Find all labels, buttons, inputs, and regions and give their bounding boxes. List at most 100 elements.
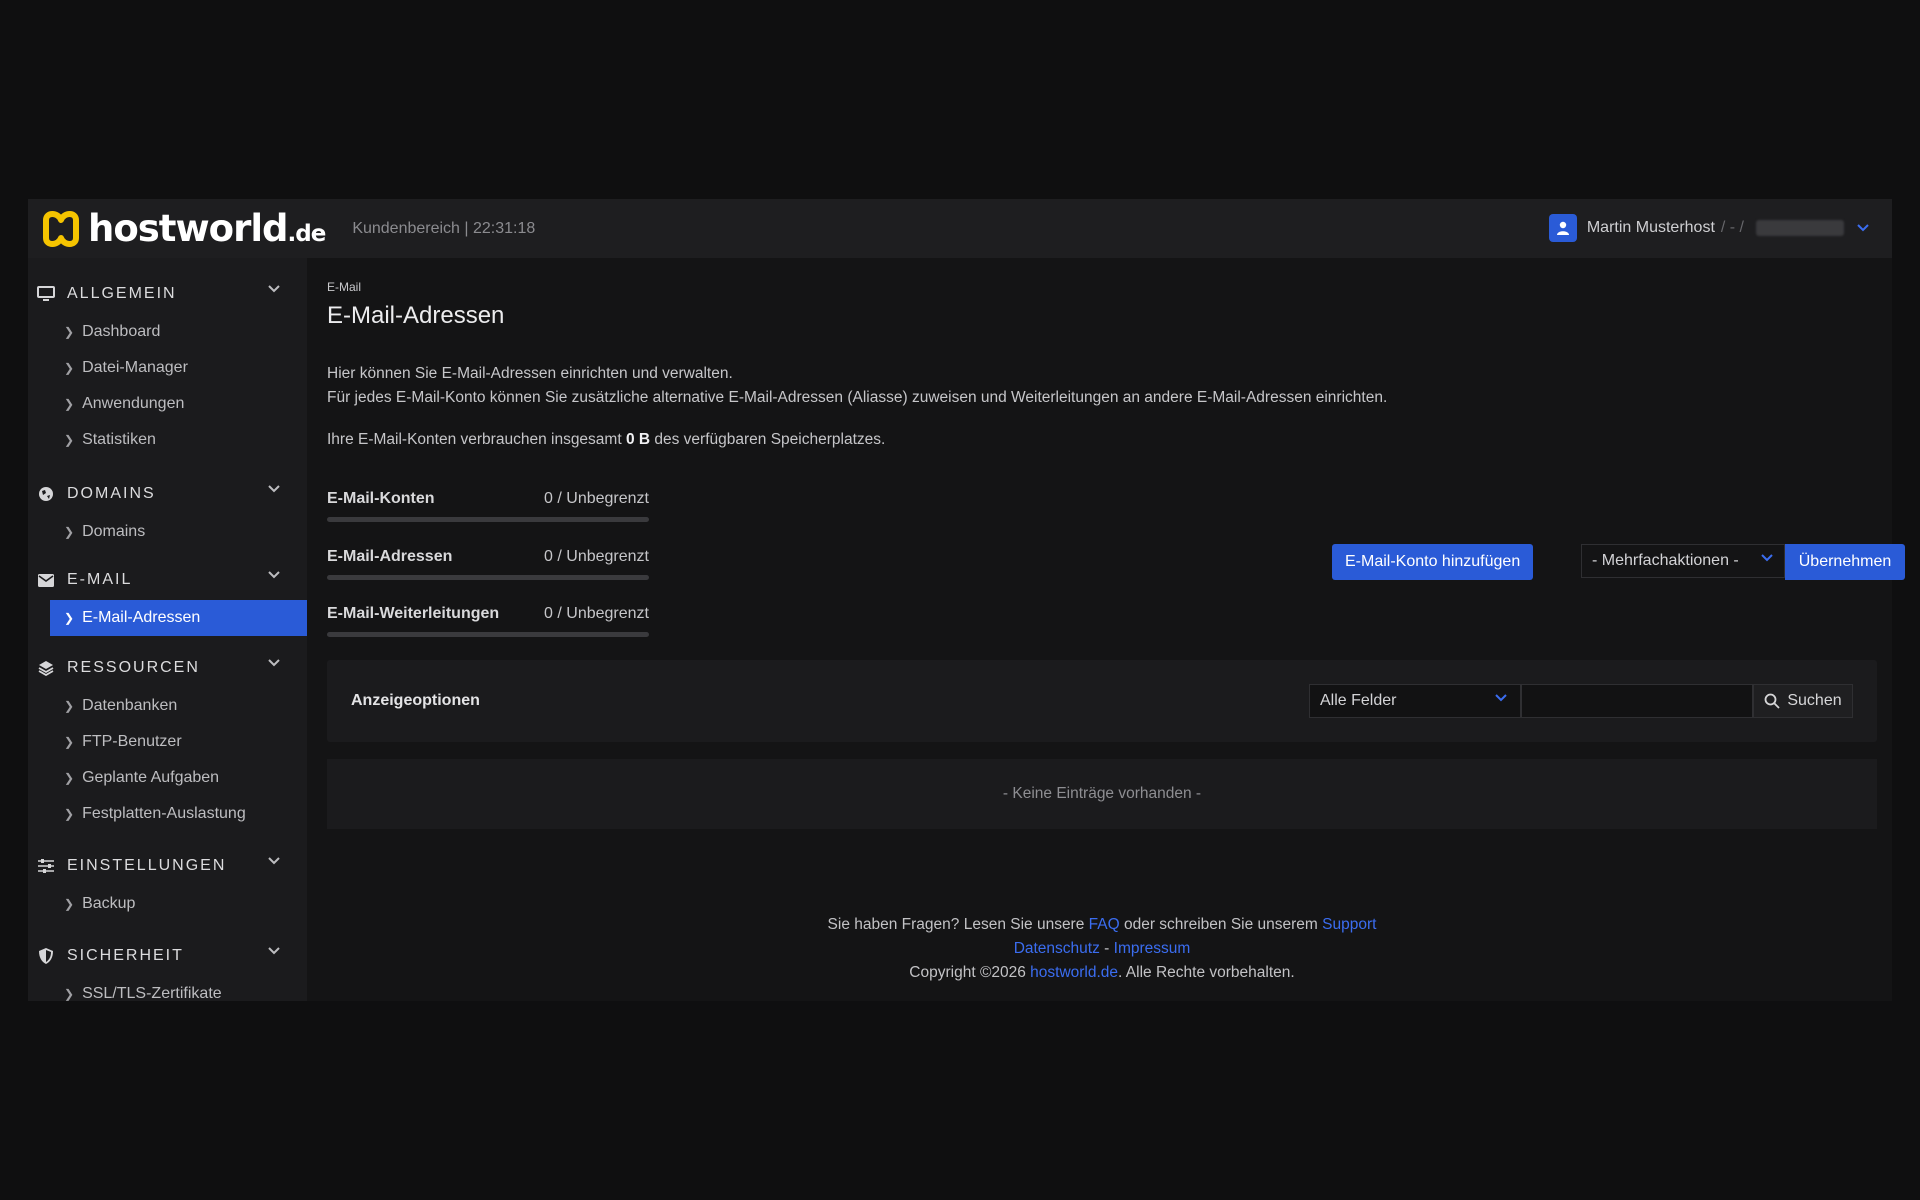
sidebar-item-label: Domains xyxy=(82,523,146,540)
chevron-down-icon xyxy=(1495,694,1507,702)
sidebar-section-header[interactable]: RESSOURCEN xyxy=(28,648,307,688)
sidebar-item-backup[interactable]: ❯ Backup xyxy=(28,886,307,922)
sidebar-section-title: ALLGEMEIN xyxy=(67,285,177,302)
footer-text: . Alle Rechte vorbehalten. xyxy=(1118,964,1295,981)
apply-button[interactable]: Übernehmen xyxy=(1785,544,1905,580)
user-menu[interactable]: Martin Musterhost / - / xyxy=(1548,213,1870,243)
chevron-right-icon: ❯ xyxy=(64,735,75,749)
chevron-down-icon xyxy=(1761,554,1773,562)
display-options-panel: Anzeigeoptionen Alle Felder Suchen xyxy=(327,660,1877,742)
logo[interactable]: hostworld.de xyxy=(40,207,327,250)
footer-copyright: Copyright ©2026 hostworld.de. Alle Recht… xyxy=(327,961,1877,985)
blurred-account-id xyxy=(1756,220,1844,236)
bulk-actions-select[interactable]: - Mehrfachaktionen - xyxy=(1581,544,1785,578)
display-options-title: Anzeigeoptionen xyxy=(351,692,480,709)
footer-separator: - xyxy=(1099,940,1114,957)
sidebar-item-ftp-benutzer[interactable]: ❯ FTP-Benutzer xyxy=(28,724,307,760)
intro-line-1: Hier können Sie E-Mail-Adressen einricht… xyxy=(327,365,733,382)
sidebar-section-header[interactable]: EINSTELLUNGEN xyxy=(28,846,307,886)
chevron-down-icon[interactable] xyxy=(267,284,281,294)
faq-link[interactable]: FAQ xyxy=(1089,916,1120,933)
meter-label: E-Mail-Adressen xyxy=(327,548,453,565)
intro-text: Hier können Sie E-Mail-Adressen einricht… xyxy=(327,362,1387,410)
sidebar-item-anwendungen[interactable]: ❯ Anwendungen xyxy=(28,386,307,422)
logo-mark-icon xyxy=(43,210,79,247)
search-input[interactable] xyxy=(1521,684,1753,718)
usage-prefix: Ihre E-Mail-Konten verbrauchen insgesamt xyxy=(327,431,626,448)
sidebar-item-label: Datei-Manager xyxy=(82,359,188,376)
sidebar-item-label: Statistiken xyxy=(82,431,156,448)
chevron-down-icon[interactable] xyxy=(267,856,281,866)
chevron-right-icon: ❯ xyxy=(64,525,75,539)
field-filter-value: Alle Felder xyxy=(1320,692,1397,709)
meter-label: E-Mail-Konten xyxy=(327,490,435,507)
sidebar-item-label: Festplatten-Auslastung xyxy=(82,805,246,822)
header-subtitle: Kundenbereich | 22:31:18 xyxy=(352,219,536,237)
sidebar-item-email-adressen[interactable]: ❯ E-Mail-Adressen xyxy=(50,600,307,636)
meter-bar xyxy=(327,517,649,522)
meter-email-konten: E-Mail-Konten 0 / Unbegrenzt xyxy=(327,490,649,522)
sidebar-section-header[interactable]: ALLGEMEIN xyxy=(28,274,307,314)
sidebar-item-geplante-aufgaben[interactable]: ❯ Geplante Aufgaben xyxy=(28,760,307,796)
meter-email-adressen: E-Mail-Adressen 0 / Unbegrenzt xyxy=(327,548,649,580)
meter-label: E-Mail-Weiterleitungen xyxy=(327,605,500,622)
imprint-link[interactable]: Impressum xyxy=(1114,940,1191,957)
sidebar-item-datei-manager[interactable]: ❯ Datei-Manager xyxy=(28,350,307,386)
sidebar-section-allgemein: ALLGEMEIN ❯ Dashboard ❯ Datei-Manager ❯ Anw… xyxy=(28,274,307,458)
user-separator: / - / xyxy=(1720,219,1744,236)
envelope-icon xyxy=(36,570,56,590)
sidebar-item-festplatten-auslastung[interactable]: ❯ Festplatten-Auslastung xyxy=(28,796,307,832)
sidebar-item-label: Datenbanken xyxy=(82,697,178,714)
field-filter-select[interactable]: Alle Felder xyxy=(1309,684,1521,718)
sliders-icon xyxy=(36,856,56,876)
sidebar-item-label: E-Mail-Adressen xyxy=(82,609,201,626)
logo-text: hostworld.de xyxy=(88,207,327,250)
chevron-right-icon: ❯ xyxy=(64,771,75,785)
support-link[interactable]: Support xyxy=(1322,916,1376,933)
sidebar-section-einstellungen: EINSTELLUNGEN ❯ Backup xyxy=(28,846,307,922)
chevron-right-icon: ❯ xyxy=(64,361,75,375)
user-name: Martin Musterhost xyxy=(1586,219,1715,236)
sidebar-section-header[interactable]: SICHERHEIT xyxy=(28,936,307,976)
chevron-right-icon: ❯ xyxy=(64,433,75,447)
sidebar-item-domains[interactable]: ❯ Domains xyxy=(28,514,307,550)
logo-name: hostworld xyxy=(88,207,288,250)
sidebar-item-label: Geplante Aufgaben xyxy=(82,769,220,786)
chevron-down-icon[interactable] xyxy=(267,570,281,580)
sidebar-section-title: E-MAIL xyxy=(67,571,133,588)
add-email-account-button[interactable]: E-Mail-Konto hinzufügen xyxy=(1332,544,1534,580)
sidebar-item-dashboard[interactable]: ❯ Dashboard xyxy=(28,314,307,350)
logo-tld: .de xyxy=(287,221,327,247)
sidebar-section-title: RESSOURCEN xyxy=(67,659,200,676)
sidebar-item-label: FTP-Benutzer xyxy=(82,733,182,750)
shield-icon xyxy=(36,946,56,966)
chevron-down-icon[interactable] xyxy=(267,946,281,956)
home-link[interactable]: hostworld.de xyxy=(1030,964,1118,981)
sidebar-section-title: SICHERHEIT xyxy=(67,947,184,964)
meter-email-weiterleitungen: E-Mail-Weiterleitungen 0 / Unbegrenzt xyxy=(327,605,649,637)
sidebar-item-statistiken[interactable]: ❯ Statistiken xyxy=(28,422,307,458)
sidebar-item-label: Dashboard xyxy=(82,323,161,340)
chevron-down-icon[interactable] xyxy=(1856,223,1870,233)
empty-state: - Keine Einträge vorhanden - xyxy=(327,759,1877,829)
meter-bar xyxy=(327,632,649,637)
sidebar-section-header[interactable]: E-MAIL xyxy=(28,560,307,600)
chevron-right-icon: ❯ xyxy=(64,897,75,911)
chevron-down-icon[interactable] xyxy=(267,658,281,668)
breadcrumb[interactable]: E-Mail xyxy=(327,280,361,294)
sidebar-section-header[interactable]: DOMAINS xyxy=(28,474,307,514)
sidebar: ALLGEMEIN ❯ Dashboard ❯ Datei-Manager ❯ Anw… xyxy=(28,258,307,1001)
sidebar-item-ssl-tls[interactable]: ❯ SSL/TLS-Zertifikate xyxy=(28,976,307,1001)
app-window: hostworld.de Kundenbereich | 22:31:18 Ma… xyxy=(28,199,1905,1001)
chevron-right-icon: ❯ xyxy=(64,807,75,821)
footer-legal-line: Datenschutz - Impressum xyxy=(327,937,1877,961)
chevron-down-icon[interactable] xyxy=(267,484,281,494)
sidebar-section-email: E-MAIL ❯ E-Mail-Adressen xyxy=(28,560,307,636)
sidebar-section-title: EINSTELLUNGEN xyxy=(67,857,227,874)
storage-usage-text: Ihre E-Mail-Konten verbrauchen insgesamt… xyxy=(327,431,885,449)
search-button[interactable]: Suchen xyxy=(1753,684,1853,718)
privacy-link[interactable]: Datenschutz xyxy=(1014,940,1100,957)
sidebar-item-datenbanken[interactable]: ❯ Datenbanken xyxy=(28,688,307,724)
footer-text: Copyright ©2026 xyxy=(909,964,1031,981)
sidebar-section-sicherheit: SICHERHEIT ❯ SSL/TLS-Zertifikate xyxy=(28,936,307,1001)
